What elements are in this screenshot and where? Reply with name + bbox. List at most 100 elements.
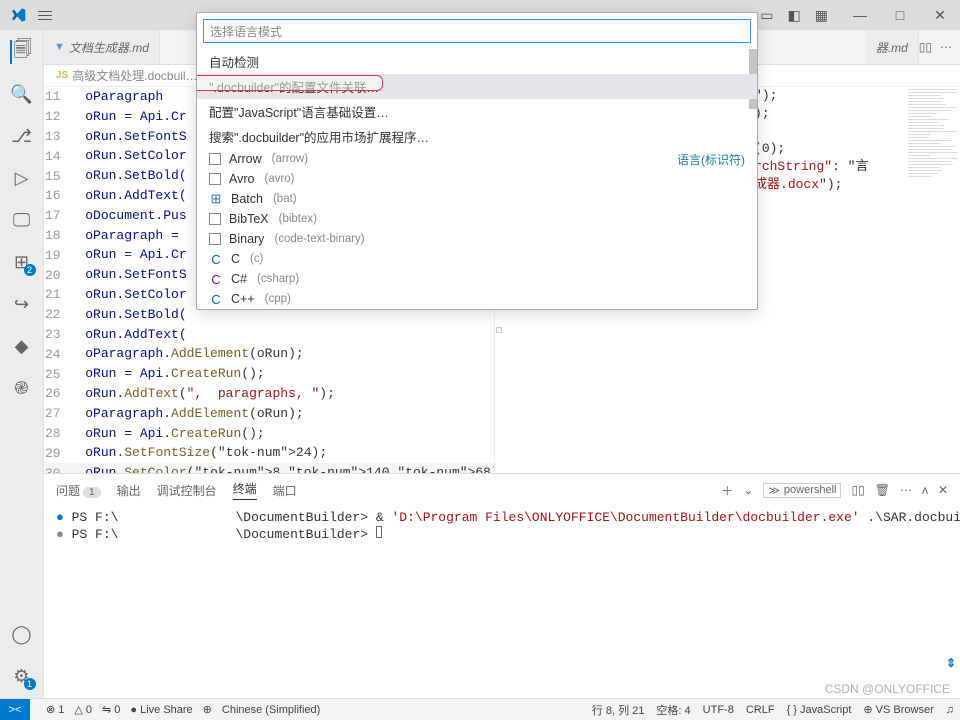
layout-sidebar-icon[interactable]: ◧ xyxy=(788,7,801,24)
tab-more-icon[interactable]: ⋯ xyxy=(940,40,952,54)
list-item-sublabel: (code-text-binary) xyxy=(274,233,364,245)
status-language-pack[interactable]: ⊕ xyxy=(203,703,212,716)
account-icon[interactable]: ◯ xyxy=(10,622,34,646)
file-icon xyxy=(209,173,221,185)
trash-icon[interactable]: 🗑 xyxy=(875,483,890,497)
list-item-label: Avro xyxy=(229,172,254,186)
status-encoding[interactable]: UTF-8 xyxy=(703,704,734,716)
minimap[interactable] xyxy=(900,87,960,473)
tab-split-icon[interactable]: ▯▯ xyxy=(919,40,932,54)
list-item-label: C# xyxy=(231,272,247,286)
language-icon: C xyxy=(209,252,223,266)
window-close-icon[interactable]: ✕ xyxy=(920,0,960,30)
status-errors[interactable]: ⊗ 1 xyxy=(46,703,64,716)
layout-panel-icon[interactable]: ▭ xyxy=(760,7,773,24)
watermark: CSDN @ONLYOFFICE xyxy=(825,682,950,696)
run-debug-icon[interactable]: ▷ xyxy=(10,166,34,190)
language-icon: C xyxy=(209,292,223,306)
quick-input-item[interactable]: 搜索".docbuilder"的应用市场扩展程序… xyxy=(197,124,757,149)
extensions-badge: 2 xyxy=(24,264,36,276)
layout-grid-icon[interactable]: ▦ xyxy=(815,7,828,24)
quick-input-item[interactable]: Binary (code-text-binary) xyxy=(197,229,757,249)
panel-tab-debug[interactable]: 调试控制台 xyxy=(157,482,217,499)
quick-input-hint: 语言(标识符) xyxy=(677,151,745,168)
quick-input-item[interactable]: ⊞Batch(bat) xyxy=(197,189,757,209)
status-warnings[interactable]: △ 0 xyxy=(74,703,92,716)
language-icon: ⊞ xyxy=(209,192,223,206)
list-item-sublabel: (cpp) xyxy=(265,293,291,305)
list-item-label: 搜索".docbuilder"的应用市场扩展程序… xyxy=(209,127,429,146)
quick-input-item[interactable]: CC(c) xyxy=(197,249,757,269)
panel-tab-problems[interactable]: 问题1 xyxy=(56,482,101,499)
panel-tab-output[interactable]: 输出 xyxy=(117,482,141,499)
list-item-sublabel: (arrow) xyxy=(272,153,308,165)
remote-explorer-icon[interactable]: 🖵 xyxy=(10,208,34,232)
status-vsbrowser[interactable]: ⊕ VS Browser xyxy=(863,703,933,716)
tab-doc-generator[interactable]: ▼ 文档生成器.md xyxy=(44,30,160,64)
extensions-icon[interactable]: ⊞2 xyxy=(10,250,34,274)
window-minimize-icon[interactable]: ― xyxy=(840,0,880,30)
terminal-cursor xyxy=(376,526,382,538)
status-bar: >< ⊗ 1 △ 0 ⇋ 0 ● Live Share ⊕ Chinese (S… xyxy=(0,698,960,720)
chat-icon[interactable]: ֎ xyxy=(10,376,34,400)
terminal-new-icon[interactable]: ＋ xyxy=(721,482,733,499)
quick-input-item[interactable]: ".docbuilder"的配置文件关联…2 xyxy=(197,74,757,99)
status-cursor-pos[interactable]: 行 8, 列 21 xyxy=(592,702,645,718)
quick-input-item[interactable]: Arrow(arrow)语言(标识符) xyxy=(197,149,757,169)
quick-input-item[interactable]: 配置"JavaScript"语言基础设置… xyxy=(197,99,757,124)
file-icon xyxy=(209,233,221,245)
source-control-icon[interactable]: ⎇ xyxy=(10,124,34,148)
activity-bar: 🗐 🔍 ⎇ ▷ 🖵 ⊞2 ↪ ◆ ֎ ◯ ⚙1 xyxy=(0,30,44,698)
status-liveshare[interactable]: ● Live Share xyxy=(130,704,192,716)
status-locale[interactable]: Chinese (Simplified) xyxy=(222,704,320,716)
quick-input-item[interactable]: C C++ (cpp) xyxy=(197,289,757,309)
language-icon: C xyxy=(209,272,223,286)
list-item-label: C++ xyxy=(231,292,255,306)
annotation-callout-2: 2 xyxy=(197,75,383,91)
settings-gear-icon[interactable]: ⚙1 xyxy=(10,664,34,688)
remote-indicator[interactable]: >< xyxy=(0,699,30,720)
terminal-body[interactable]: ● PS F:\ \DocumentBuilder> & 'D:\Program… xyxy=(44,506,960,698)
quick-input-item[interactable]: BibTeX (bibtex) xyxy=(197,209,757,229)
search-icon[interactable]: 🔍 xyxy=(10,82,34,106)
tab-right[interactable]: 器.md xyxy=(866,30,919,64)
quick-input-field[interactable]: 选择语言模式 xyxy=(203,19,751,43)
more-icon[interactable]: ⋯ xyxy=(900,483,912,497)
status-indent[interactable]: 空格: 4 xyxy=(656,702,690,718)
quick-input-item[interactable]: Avro(avro) xyxy=(197,169,757,189)
chevron-down-icon[interactable]: ⌄ xyxy=(743,483,753,497)
list-item-sublabel: (c) xyxy=(250,253,263,265)
list-item-sublabel: (bibtex) xyxy=(279,213,317,225)
quick-input-list[interactable]: 自动检测 ".docbuilder"的配置文件关联…2 配置"JavaScript… xyxy=(197,49,757,309)
panel-tab-ports[interactable]: 端口 xyxy=(273,482,297,499)
quick-input-item[interactable]: CC#(csharp) xyxy=(197,269,757,289)
terminal-selector[interactable]: ≫powershell xyxy=(763,483,841,498)
hamburger-menu-icon[interactable] xyxy=(38,8,52,23)
chevron-up-icon[interactable]: ʌ xyxy=(922,483,928,497)
list-item-label: 自动检测 xyxy=(209,52,259,71)
powershell-icon: ≫ xyxy=(768,484,780,497)
list-item-label: Batch xyxy=(231,192,263,206)
explorer-icon[interactable]: 🗐 xyxy=(10,40,34,64)
window-maximize-icon[interactable]: □ xyxy=(880,0,920,30)
status-ports[interactable]: ⇋ 0 xyxy=(102,703,120,716)
status-language-mode[interactable]: { } JavaScript xyxy=(787,704,852,716)
list-item-label: Binary xyxy=(229,232,264,246)
js-file-icon: JS xyxy=(56,70,68,81)
file-icon xyxy=(209,213,221,225)
breadcrumb-label: 高级文档处理.docbuil… xyxy=(72,67,197,84)
settings-badge: 1 xyxy=(24,678,36,690)
list-item-label: BibTeX xyxy=(229,212,269,226)
panel-close-icon[interactable]: ✕ xyxy=(938,483,948,497)
tab-label: 器.md xyxy=(876,39,908,56)
status-bell-icon[interactable]: ♫ xyxy=(946,704,954,716)
copilot-icon[interactable]: ◆ xyxy=(10,334,34,358)
share-icon[interactable]: ↪ xyxy=(10,292,34,316)
terminal-split-icon[interactable]: ▯▯ xyxy=(851,483,864,497)
panel-tab-terminal[interactable]: 终端 xyxy=(233,480,257,500)
resize-handle-icon[interactable]: ⇕ xyxy=(946,656,956,670)
vscode-logo-icon xyxy=(10,7,26,23)
list-item-label: 配置"JavaScript"语言基础设置… xyxy=(209,102,389,121)
quick-input-item[interactable]: 自动检测 xyxy=(197,49,757,74)
status-eol[interactable]: CRLF xyxy=(746,704,775,716)
